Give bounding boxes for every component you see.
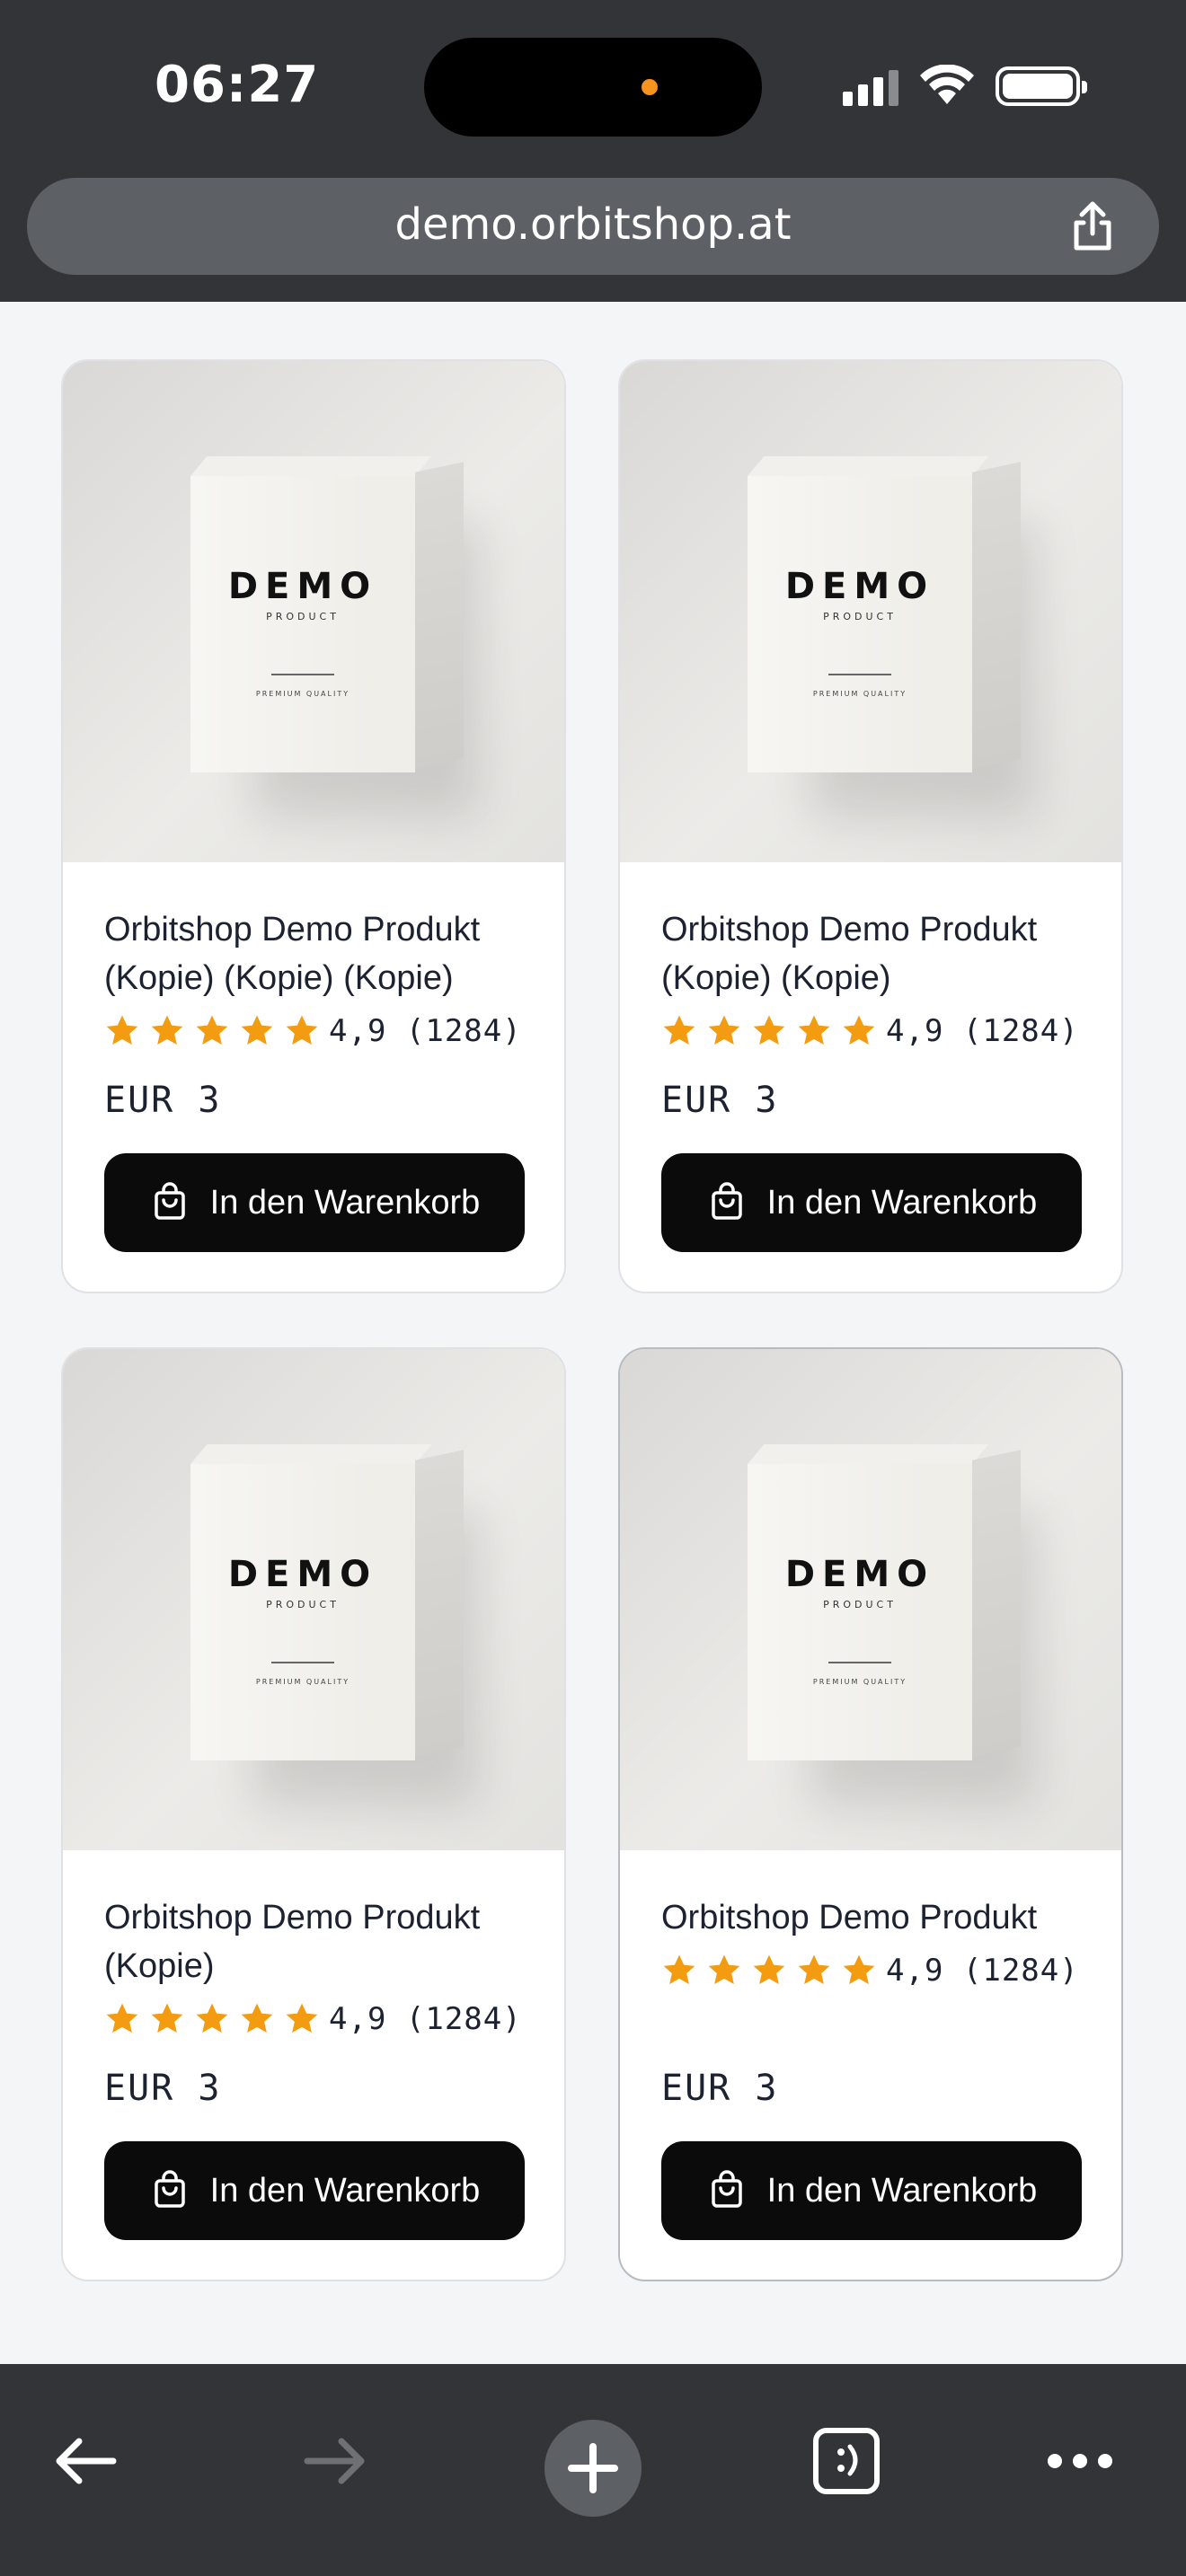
box-sub: PRODUCT <box>823 611 897 622</box>
product-title[interactable]: Orbitshop Demo Produkt (Kopie) (Kopie) (… <box>104 905 535 1002</box>
add-to-cart-label: In den Warenkorb <box>766 1183 1038 1222</box>
product-box: DEMO PRODUCT PREMIUM QUALITY <box>190 1444 432 1760</box>
status-time: 06:27 <box>155 56 320 114</box>
product-title[interactable]: Orbitshop Demo Produkt <box>661 1893 1093 1942</box>
product-rating: 4,9 (1284) <box>661 1953 1079 1989</box>
rating-text: 4,9 (1284) <box>886 1953 1079 1989</box>
back-arrow-icon <box>56 2438 117 2484</box>
product-box: DEMO PRODUCT PREMIUM QUALITY <box>748 1444 989 1760</box>
add-to-cart-label: In den Warenkorb <box>209 2171 481 2210</box>
url-text[interactable]: demo.orbitshop.at <box>27 199 1159 250</box>
product-rating: 4,9 (1284) <box>661 1013 1079 1049</box>
star-icon <box>708 1954 740 1984</box>
product-rating: 4,9 (1284) <box>104 1013 522 1049</box>
tabs-icon <box>813 2428 880 2494</box>
battery-icon <box>996 66 1087 106</box>
add-to-cart-button[interactable]: In den Warenkorb <box>104 1153 525 1252</box>
product-title[interactable]: Orbitshop Demo Produkt (Kopie) <box>104 1893 535 1990</box>
star-icon <box>753 1015 785 1045</box>
product-price: EUR 3 <box>104 1080 222 1121</box>
box-quality: PREMIUM QUALITY <box>812 1678 907 1686</box>
camera-indicator <box>642 79 658 95</box>
product-title[interactable]: Orbitshop Demo Produkt (Kopie) (Kopie) <box>661 905 1093 1002</box>
shopping-bag-icon <box>154 2170 185 2208</box>
star-rating <box>661 1953 877 1989</box>
star-icon <box>843 1954 875 1984</box>
cellular-signal-icon <box>843 66 898 106</box>
star-icon <box>151 2003 183 2033</box>
new-tab-plus-icon <box>568 2443 618 2493</box>
box-brand: DEMO <box>784 566 935 607</box>
address-bar[interactable]: demo.orbitshop.at <box>27 178 1159 275</box>
product-card[interactable]: DEMO PRODUCT PREMIUM QUALITY Orbitshop D… <box>618 359 1123 1293</box>
star-icon <box>106 1015 138 1045</box>
product-image[interactable]: DEMO PRODUCT PREMIUM QUALITY <box>63 361 564 862</box>
product-card[interactable]: DEMO PRODUCT PREMIUM QUALITY Orbitshop D… <box>618 1347 1123 2281</box>
more-icon <box>1048 2454 1112 2468</box>
star-icon <box>286 2003 318 2033</box>
product-image[interactable]: DEMO PRODUCT PREMIUM QUALITY <box>63 1349 564 1850</box>
star-icon <box>663 1015 695 1045</box>
box-quality: PREMIUM QUALITY <box>255 690 350 698</box>
star-icon <box>286 1015 318 1045</box>
star-icon <box>753 1954 785 1984</box>
dynamic-island <box>424 38 762 137</box>
rating-text: 4,9 (1284) <box>886 1013 1079 1049</box>
rating-text: 4,9 (1284) <box>329 2001 522 2037</box>
star-icon <box>106 2003 138 2033</box>
add-to-cart-button[interactable]: In den Warenkorb <box>104 2141 525 2240</box>
star-icon <box>843 1015 875 1045</box>
product-price: EUR 3 <box>661 1080 779 1121</box>
tabs-button[interactable] <box>803 2418 890 2504</box>
forward-button[interactable] <box>293 2418 379 2504</box>
star-icon <box>151 1015 183 1045</box>
star-icon <box>798 1954 830 1984</box>
product-price: EUR 3 <box>661 2068 779 2109</box>
box-brand: DEMO <box>784 1554 935 1595</box>
box-sub: PRODUCT <box>266 1599 340 1610</box>
product-image[interactable]: DEMO PRODUCT PREMIUM QUALITY <box>620 361 1121 862</box>
browser-top-bar: 06:27 demo.orbitshop.at <box>0 0 1186 302</box>
more-button[interactable] <box>1037 2418 1123 2504</box>
add-to-cart-button[interactable]: In den Warenkorb <box>661 2141 1082 2240</box>
add-to-cart-button[interactable]: In den Warenkorb <box>661 1153 1082 1252</box>
add-to-cart-label: In den Warenkorb <box>209 1183 481 1222</box>
browser-bottom-toolbar <box>0 2364 1186 2576</box>
box-sub: PRODUCT <box>266 611 340 622</box>
product-card[interactable]: DEMO PRODUCT PREMIUM QUALITY Orbitshop D… <box>61 1347 566 2281</box>
product-card[interactable]: DEMO PRODUCT PREMIUM QUALITY Orbitshop D… <box>61 359 566 1293</box>
shopping-bag-icon <box>711 2170 742 2208</box>
star-rating <box>661 1013 877 1049</box>
star-icon <box>241 2003 273 2033</box>
star-icon <box>241 1015 273 1045</box>
star-icon <box>798 1015 830 1045</box>
star-icon <box>663 1954 695 1984</box>
share-icon[interactable] <box>1066 199 1120 253</box>
star-icon <box>196 2003 228 2033</box>
product-image[interactable]: DEMO PRODUCT PREMIUM QUALITY <box>620 1349 1121 1850</box>
back-button[interactable] <box>41 2418 128 2504</box>
status-icons <box>843 65 1087 106</box>
product-rating: 4,9 (1284) <box>104 2001 522 2037</box>
forward-arrow-icon <box>304 2438 365 2484</box>
product-price: EUR 3 <box>104 2068 222 2109</box>
shopping-bag-icon <box>154 1182 185 1220</box>
box-quality: PREMIUM QUALITY <box>255 1678 350 1686</box>
star-rating <box>104 1013 320 1049</box>
box-brand: DEMO <box>227 1554 378 1595</box>
shopping-bag-icon <box>711 1182 742 1220</box>
star-icon <box>196 1015 228 1045</box>
product-box: DEMO PRODUCT PREMIUM QUALITY <box>190 456 432 772</box>
wifi-icon <box>920 65 974 104</box>
star-icon <box>708 1015 740 1045</box>
new-tab-button[interactable] <box>544 2420 642 2517</box>
box-brand: DEMO <box>227 566 378 607</box>
add-to-cart-label: In den Warenkorb <box>766 2171 1038 2210</box>
box-sub: PRODUCT <box>823 1599 897 1610</box>
product-box: DEMO PRODUCT PREMIUM QUALITY <box>748 456 989 772</box>
box-quality: PREMIUM QUALITY <box>812 690 907 698</box>
rating-text: 4,9 (1284) <box>329 1013 522 1049</box>
star-rating <box>104 2001 320 2037</box>
